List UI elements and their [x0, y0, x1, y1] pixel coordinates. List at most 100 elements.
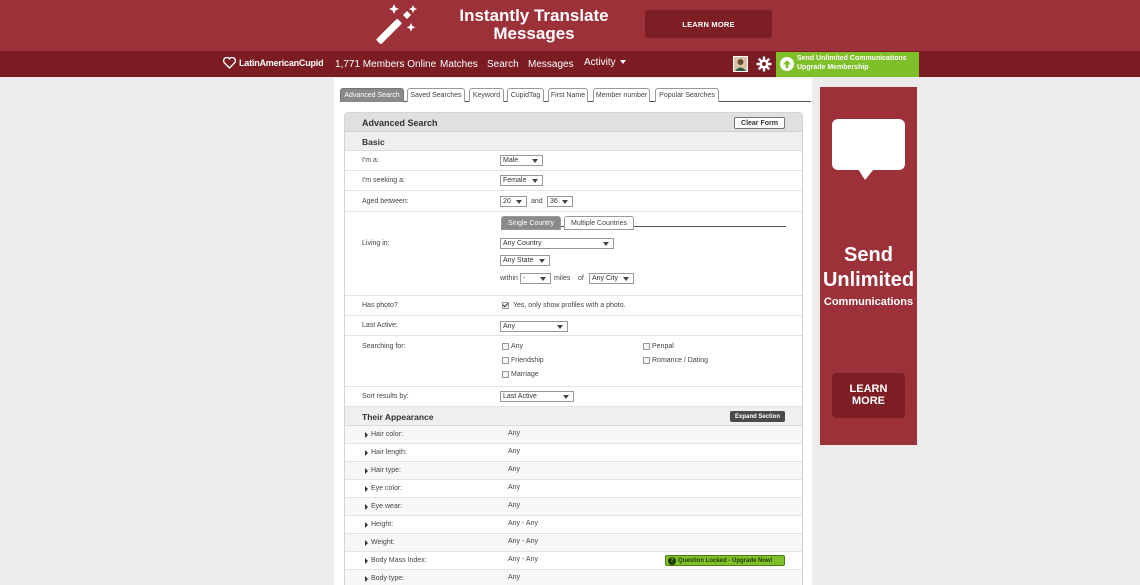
seeking-select[interactable]: Female	[500, 175, 543, 186]
members-online-link[interactable]: 1,771 Members Online	[335, 59, 436, 70]
appearance-section-title: Their Appearance	[362, 412, 434, 422]
appearance-row-value: Any	[508, 502, 521, 509]
age-min-select[interactable]: 20	[500, 196, 527, 207]
side-ad-cta-line2: MORE	[852, 395, 885, 407]
upgrade-membership-button[interactable]: Send Unlimited Communications Upgrade Me…	[776, 52, 919, 77]
expand-arrow-icon	[365, 450, 368, 456]
has-photo-checkbox[interactable]	[502, 302, 509, 309]
heart-logo-icon	[223, 57, 236, 69]
nav-matches[interactable]: Matches	[440, 59, 478, 70]
basic-section-header: Basic	[345, 132, 802, 151]
searching-penpal-checkbox[interactable]	[643, 343, 650, 350]
im-a-select[interactable]: Male	[500, 155, 543, 166]
banner-learn-more-button[interactable]: LEARN MORE	[645, 10, 772, 38]
tab-popular-searches[interactable]: Popular Searches	[655, 88, 719, 102]
city-select[interactable]: Any City	[589, 273, 634, 284]
top-banner-ad[interactable]: Instantly Translate Messages LEARN MORE	[0, 0, 1140, 51]
appearance-row-hair-color[interactable]: Hair color: Any	[345, 426, 802, 444]
banner-headline-line1: Instantly Translate	[459, 6, 609, 25]
appearance-row-value: Any - Any	[508, 538, 538, 545]
side-ad-cta-line1: LEARN	[849, 383, 888, 395]
has-photo-row: Has photo? Yes, only show profiles with …	[345, 296, 802, 316]
appearance-row-height[interactable]: Height: Any - Any	[345, 516, 802, 534]
user-avatar[interactable]	[733, 56, 748, 72]
appearance-row-label: Eye color:	[371, 485, 403, 492]
appearance-row-hair-type[interactable]: Hair type: Any	[345, 462, 802, 480]
expand-arrow-icon	[365, 486, 368, 492]
question-locked-upgrade-button[interactable]: ? Question Locked - Upgrade Now!	[665, 555, 785, 566]
appearance-row-body-mass-index[interactable]: Body Mass Index: Any - Any ? Question Lo…	[345, 552, 802, 570]
appearance-row-body-type[interactable]: Body type: Any	[345, 570, 802, 585]
searching-marriage-checkbox[interactable]	[502, 371, 509, 378]
appearance-row-value: Any - Any	[508, 520, 538, 527]
gear-icon[interactable]	[756, 56, 772, 72]
avatar-photo	[734, 57, 747, 71]
appearance-section-header: Their Appearance Expand Section	[345, 407, 802, 426]
tab-cupidtag[interactable]: CupidTag	[507, 88, 544, 102]
appearance-row-label: Height:	[371, 521, 394, 528]
logo-text: LatinAmericanCupid	[239, 58, 324, 68]
nav-activity-label: Activity	[584, 57, 616, 68]
basic-section-title: Basic	[362, 137, 385, 147]
appearance-row-label: Hair type:	[371, 467, 401, 474]
expand-arrow-icon	[365, 522, 368, 528]
appearance-row-weight[interactable]: Weight: Any - Any	[345, 534, 802, 552]
banner-headline: Instantly Translate Messages	[448, 7, 620, 43]
main-nav: LatinAmericanCupid 1,771 Members Online …	[0, 51, 1140, 77]
last-active-select[interactable]: Any	[500, 321, 568, 332]
searching-any-checkbox[interactable]	[502, 343, 509, 350]
tab-first-name[interactable]: First Name	[548, 88, 588, 102]
expand-arrow-icon	[365, 540, 368, 546]
age-and-text: and	[531, 198, 543, 205]
age-max-select[interactable]: 36	[547, 196, 573, 207]
miles-text: miles	[554, 275, 571, 282]
side-ad-learn-more-button[interactable]: LEARN MORE	[832, 373, 905, 418]
appearance-row-label: Hair color:	[371, 431, 403, 438]
tab-single-country[interactable]: Single Country	[501, 216, 561, 230]
arrow-up-icon	[780, 57, 794, 71]
appearance-row-label: Body Mass Index:	[371, 557, 427, 564]
side-ad-line3: Communications	[823, 296, 914, 308]
appearance-row-eye-wear[interactable]: Eye wear: Any	[345, 498, 802, 516]
tab-member-number[interactable]: Member number	[593, 88, 650, 102]
nav-search[interactable]: Search	[487, 59, 519, 70]
nav-activity[interactable]: Activity	[584, 57, 627, 68]
appearance-row-value: Any	[508, 466, 521, 473]
searching-romance-label: Romance / Dating	[652, 357, 709, 364]
searching-friendship-checkbox[interactable]	[502, 357, 509, 364]
expand-arrow-icon	[365, 432, 368, 438]
appearance-row-label: Hair length:	[371, 449, 407, 456]
nav-messages[interactable]: Messages	[528, 59, 574, 70]
state-select[interactable]: Any State	[500, 255, 550, 266]
clear-form-button[interactable]: Clear Form	[734, 117, 785, 129]
chat-bubble-tail	[858, 169, 874, 180]
searching-friendship-label: Friendship	[511, 357, 544, 364]
appearance-row-hair-length[interactable]: Hair length: Any	[345, 444, 802, 462]
tab-saved-searches[interactable]: Saved Searches	[407, 88, 465, 102]
side-ad-line2: Unlimited	[822, 269, 915, 291]
miles-select[interactable]: -	[520, 273, 551, 284]
within-text: within	[500, 275, 518, 282]
tab-keyword[interactable]: Keyword	[469, 88, 504, 102]
searching-for-row: Searching for: Any Friendship Marriage P…	[345, 336, 802, 387]
expand-section-button[interactable]: Expand Section	[730, 411, 785, 422]
tab-advanced-search[interactable]: Advanced Search	[340, 88, 404, 102]
tab-multiple-countries[interactable]: Multiple Countries	[564, 216, 634, 230]
searching-penpal-label: Penpal	[652, 343, 674, 350]
appearance-row-eye-color[interactable]: Eye color: Any	[345, 480, 802, 498]
site-logo[interactable]: LatinAmericanCupid	[223, 57, 324, 69]
country-select[interactable]: Any Country	[500, 238, 614, 249]
last-active-row: Last Active: Any	[345, 316, 802, 336]
panel-header: Advanced Search Clear Form	[345, 113, 802, 132]
last-active-label: Last Active:	[362, 322, 398, 329]
caret-down-icon	[620, 60, 627, 65]
seeking-label: I'm seeking a:	[362, 177, 405, 184]
of-text: of	[578, 275, 584, 282]
sort-row: Sort results by: Last Active	[345, 387, 802, 407]
appearance-row-value: Any	[508, 430, 521, 437]
sort-select[interactable]: Last Active	[500, 391, 574, 402]
expand-arrow-icon	[365, 558, 368, 564]
appearance-row-label: Eye wear:	[371, 503, 403, 510]
side-ad[interactable]: Send Unlimited Communications LEARN MORE	[820, 87, 917, 445]
searching-romance-checkbox[interactable]	[643, 357, 650, 364]
